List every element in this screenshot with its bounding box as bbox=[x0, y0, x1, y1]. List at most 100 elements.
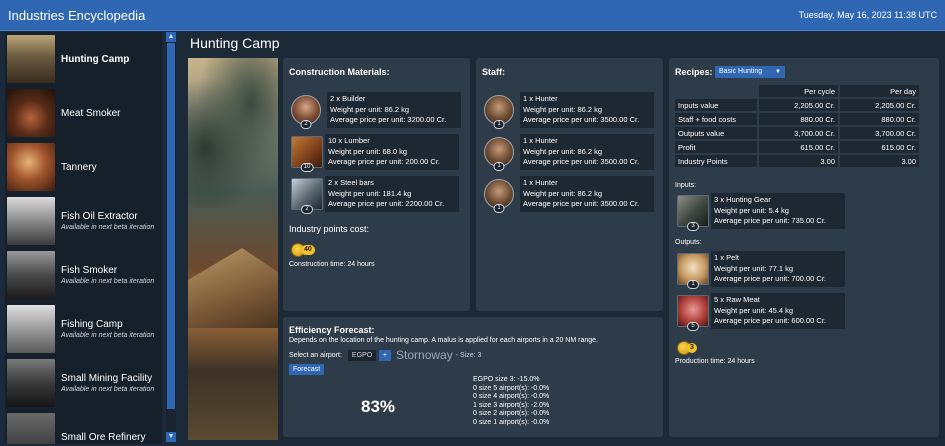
hunting-gear-icon: 3 bbox=[677, 195, 709, 231]
item-quantity: 5 x Raw Meat bbox=[714, 295, 760, 304]
item-quantity: 1 x Hunter bbox=[523, 136, 558, 145]
construction-item: 2 2 x Steel bars Weight per unit: 181.4 … bbox=[291, 176, 459, 214]
airport-input[interactable]: EGPO bbox=[347, 349, 376, 361]
pelt-icon: 1 bbox=[677, 253, 709, 289]
sidebar-item-label: Fishing Camp bbox=[61, 319, 123, 330]
sidebar-item-fish-smoker[interactable]: Fish Smoker Available in next beta itera… bbox=[5, 248, 162, 302]
item-weight: Weight per unit: 86.2 kg bbox=[523, 104, 603, 114]
chevron-down-icon: ▼ bbox=[775, 69, 781, 75]
item-quantity: 2 x Builder bbox=[330, 94, 366, 103]
quantity-badge: 1 bbox=[687, 280, 699, 289]
staff-panel: Staff: 1 1 x Hunter Weight per unit: 86.… bbox=[476, 58, 663, 311]
staff-title: Staff: bbox=[482, 67, 505, 77]
sidebar-item-label: Small Ore Refinery bbox=[61, 431, 146, 443]
hunter-portrait-icon: 1 bbox=[484, 95, 514, 129]
raw-meat-icon: 5 bbox=[677, 295, 709, 331]
item-weight: Weight per unit: 86.2 kg bbox=[330, 104, 410, 114]
quantity-badge: 1 bbox=[493, 204, 505, 213]
quantity-badge: 2 bbox=[300, 120, 312, 129]
recipe-select[interactable]: Basic Hunting ▼ bbox=[715, 66, 785, 78]
construction-panel: Construction Materials: 2 2 x Builder We… bbox=[283, 58, 470, 311]
sidebar-item-label: Hunting Camp bbox=[61, 53, 130, 65]
production-time: Production time: 24 hours bbox=[675, 358, 755, 365]
item-price: Average price per unit: 735.00 Cr. bbox=[714, 216, 827, 225]
output-item: 1 1 x Pelt Weight per unit: 77.1 kg Aver… bbox=[677, 251, 845, 289]
column-header: Per cycle bbox=[759, 85, 838, 97]
table-row: Staff + food costs 880.00 Cr. 880.00 Cr. bbox=[675, 113, 919, 125]
sidebar-item-fishing-camp[interactable]: Fishing Camp Available in next beta iter… bbox=[5, 302, 162, 356]
item-weight: Weight per unit: 86.2 kg bbox=[523, 188, 603, 198]
sidebar-item-tannery[interactable]: Tannery bbox=[5, 140, 162, 194]
sidebar-item-small-mining-facility[interactable]: Small Mining Facility Available in next … bbox=[5, 356, 162, 410]
fish-oil-extractor-thumbnail bbox=[7, 197, 55, 245]
inputs-label: Inputs: bbox=[675, 182, 697, 189]
lumber-icon: 10 bbox=[291, 136, 323, 172]
item-weight: Weight per unit: 45.4 kg bbox=[714, 305, 794, 315]
recipe-select-value: Basic Hunting bbox=[719, 68, 763, 75]
item-price: Average price per unit: 3500.00 Cr. bbox=[523, 199, 640, 208]
meat-smoker-thumbnail bbox=[7, 89, 55, 137]
item-price: Average price per unit: 3500.00 Cr. bbox=[523, 115, 640, 124]
scrollbar-thumb[interactable] bbox=[167, 43, 175, 409]
quantity-badge: 1 bbox=[493, 120, 505, 129]
output-item: 5 5 x Raw Meat Weight per unit: 45.4 kg … bbox=[677, 293, 845, 331]
table-row: Outputs value 3,700.00 Cr. 3,700.00 Cr. bbox=[675, 127, 919, 139]
quantity-badge: 3 bbox=[687, 222, 699, 231]
airport-name: Stornoway bbox=[396, 348, 453, 362]
sidebar-item-small-ore-refinery[interactable]: Small Ore Refinery bbox=[5, 410, 162, 444]
scroll-up-icon[interactable]: ▲ bbox=[166, 32, 176, 42]
fish-smoker-thumbnail bbox=[7, 251, 55, 299]
recipes-title: Recipes: bbox=[675, 67, 713, 77]
quantity-badge: 10 bbox=[300, 163, 314, 172]
recipes-panel: Recipes: Basic Hunting ▼ Per cycle Per d… bbox=[669, 58, 939, 437]
breakdown-line: 0 size 4 airport(s): -0.0% bbox=[473, 393, 550, 401]
sidebar-item-label: Fish Oil Extractor bbox=[61, 211, 138, 222]
staff-item: 1 1 x Hunter Weight per unit: 86.2 kg Av… bbox=[484, 92, 654, 129]
item-price: Average price per unit: 2200.00 Cr. bbox=[328, 199, 445, 208]
industry-points-value: 3 bbox=[687, 342, 697, 353]
builder-portrait-icon: 2 bbox=[291, 95, 321, 129]
outputs-label: Outputs: bbox=[675, 239, 702, 246]
forest-illustration bbox=[188, 58, 278, 208]
sidebar-item-meat-smoker[interactable]: Meat Smoker bbox=[5, 86, 162, 140]
hunting-camp-illustration bbox=[188, 58, 278, 440]
add-airport-button[interactable]: + bbox=[378, 349, 392, 361]
sidebar-item-availability: Available in next beta iteration bbox=[61, 386, 155, 393]
staff-item: 1 1 x Hunter Weight per unit: 86.2 kg Av… bbox=[484, 176, 654, 213]
item-quantity: 1 x Hunter bbox=[523, 94, 558, 103]
item-quantity: 10 x Lumber bbox=[328, 136, 370, 145]
table-row: Industry Points 3.00 3.00 bbox=[675, 155, 919, 167]
item-price: Average price per unit: 700.00 Cr. bbox=[714, 274, 827, 283]
construction-time: Construction time: 24 hours bbox=[289, 261, 375, 268]
industry-sidebar: Hunting Camp Meat Smoker Tannery Fish Oi… bbox=[5, 32, 162, 444]
sidebar-item-fish-oil-extractor[interactable]: Fish Oil Extractor Available in next bet… bbox=[5, 194, 162, 248]
sidebar-item-hunting-camp[interactable]: Hunting Camp bbox=[5, 32, 162, 86]
efficiency-breakdown: EGPO size 3: -15.0% 0 size 5 airport(s):… bbox=[473, 376, 549, 428]
item-weight: Weight per unit: 181.4 kg bbox=[328, 188, 412, 198]
sidebar-item-availability: Available in next beta iteration bbox=[61, 332, 155, 339]
small-ore-refinery-thumbnail bbox=[7, 413, 55, 444]
breakdown-line: 0 size 2 airport(s): -0.0% bbox=[473, 410, 550, 418]
item-weight: Weight per unit: 5.4 kg bbox=[714, 205, 789, 215]
breakdown-line: 1 size 3 airport(s): -2.0% bbox=[473, 401, 550, 409]
item-quantity: 1 x Hunter bbox=[523, 178, 558, 187]
sidebar-item-label: Tannery bbox=[61, 161, 97, 173]
hunter-portrait-icon: 1 bbox=[484, 179, 514, 213]
scroll-down-icon[interactable]: ▼ bbox=[166, 432, 176, 442]
table-row: Inputs value 2,205.00 Cr. 2,205.00 Cr. bbox=[675, 99, 919, 111]
forecast-button[interactable]: Forecast bbox=[289, 364, 325, 375]
hunter-portrait-icon: 1 bbox=[484, 137, 514, 171]
sidebar-scrollbar[interactable]: ▲ ▼ bbox=[166, 32, 176, 442]
efficiency-title: Efficiency Forecast: bbox=[289, 325, 375, 335]
breakdown-line: 0 size 5 airport(s): -0.0% bbox=[473, 384, 550, 392]
window-titlebar: Industries Encyclopedia Tuesday, May 16,… bbox=[0, 0, 945, 31]
column-header: Per day bbox=[840, 85, 919, 97]
item-weight: Weight per unit: 77.1 kg bbox=[714, 263, 794, 273]
item-price: Average price per unit: 600.00 Cr. bbox=[714, 316, 827, 325]
window-title: Industries Encyclopedia bbox=[8, 7, 146, 23]
breakdown-line: 0 size 1 airport(s): -0.0% bbox=[473, 418, 550, 426]
page-title: Hunting Camp bbox=[190, 35, 280, 51]
item-quantity: 2 x Steel bars bbox=[328, 178, 374, 187]
efficiency-panel: Efficiency Forecast: Depends on the loca… bbox=[283, 317, 663, 437]
steel-bars-icon: 2 bbox=[291, 178, 323, 214]
